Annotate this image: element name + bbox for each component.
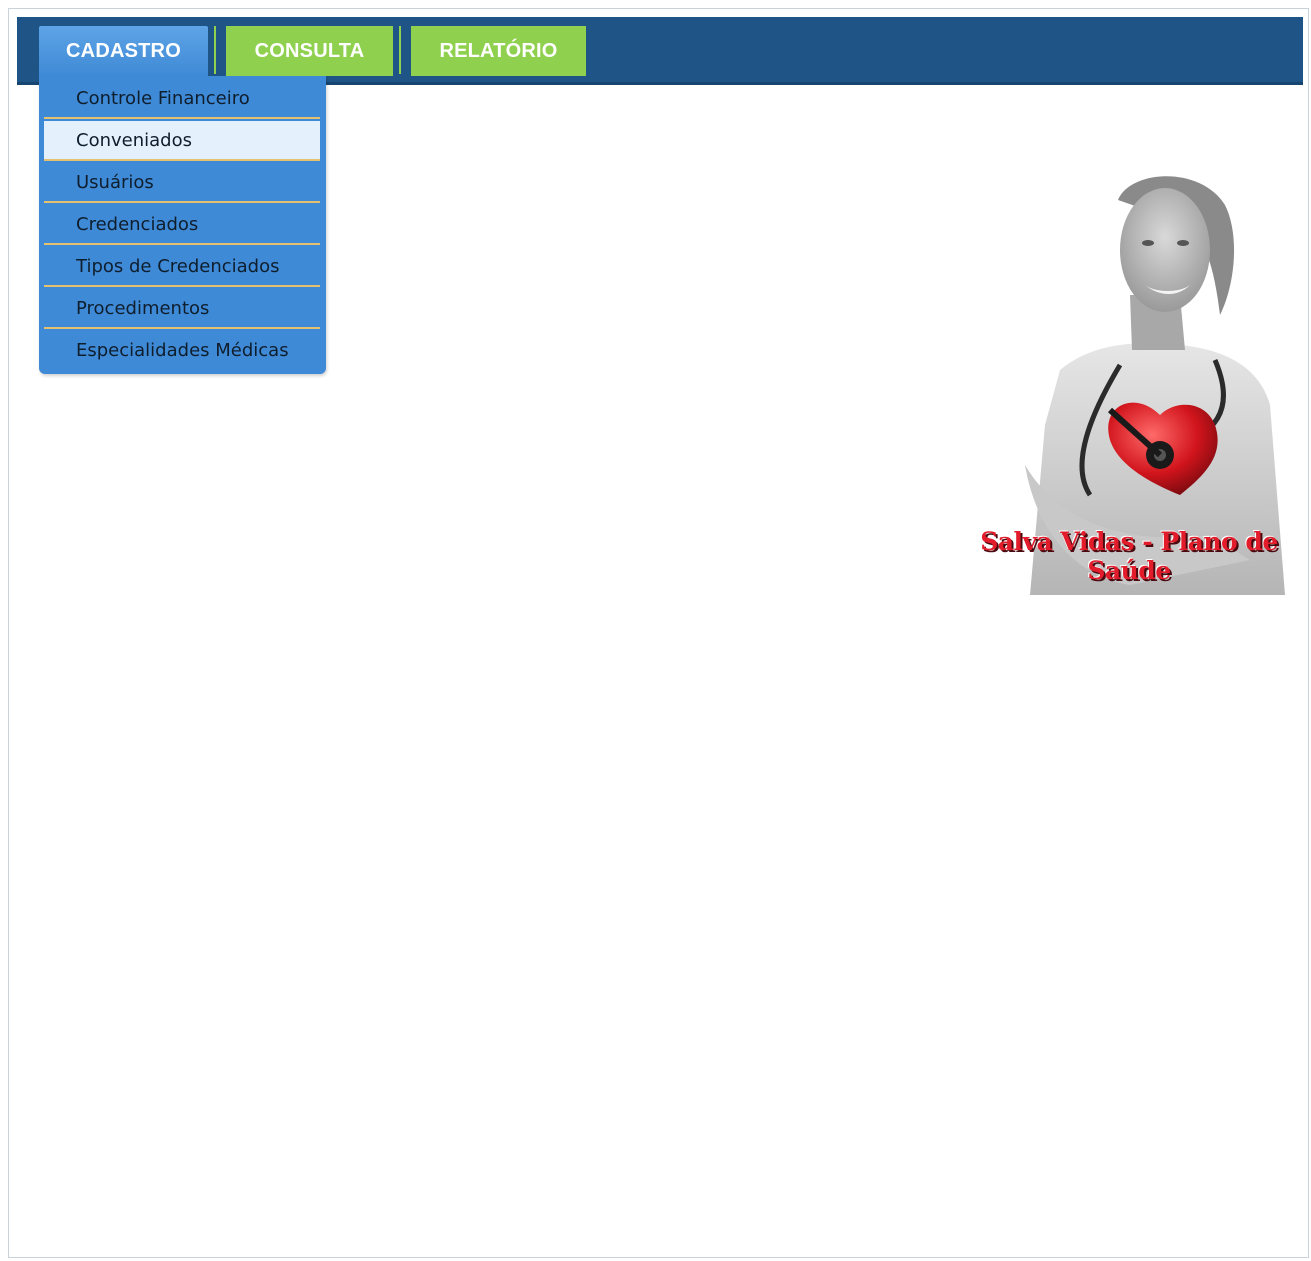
tab-cadastro[interactable]: CADASTRO	[39, 26, 208, 76]
menu-item-usuarios[interactable]: Usuários	[44, 163, 320, 203]
cadastro-dropdown-menu: Controle Financeiro Conveniados Usuários…	[39, 76, 326, 374]
tab-consulta[interactable]: CONSULTA	[226, 26, 393, 76]
menu-item-tipos-de-credenciados[interactable]: Tipos de Credenciados	[44, 247, 320, 287]
menu-item-procedimentos[interactable]: Procedimentos	[44, 289, 320, 329]
menu-item-controle-financeiro[interactable]: Controle Financeiro	[44, 79, 320, 119]
tab-separator	[214, 26, 216, 74]
tab-relatorio[interactable]: RELATÓRIO	[411, 26, 586, 76]
top-navigation-bar	[17, 17, 1303, 85]
tab-separator	[399, 26, 401, 74]
brand-caption: Salva Vidas - Plano de Saúde	[980, 527, 1278, 585]
menu-item-conveniados[interactable]: Conveniados	[44, 121, 320, 161]
menu-item-credenciados[interactable]: Credenciados	[44, 205, 320, 245]
menu-item-especialidades-medicas[interactable]: Especialidades Médicas	[44, 331, 320, 371]
